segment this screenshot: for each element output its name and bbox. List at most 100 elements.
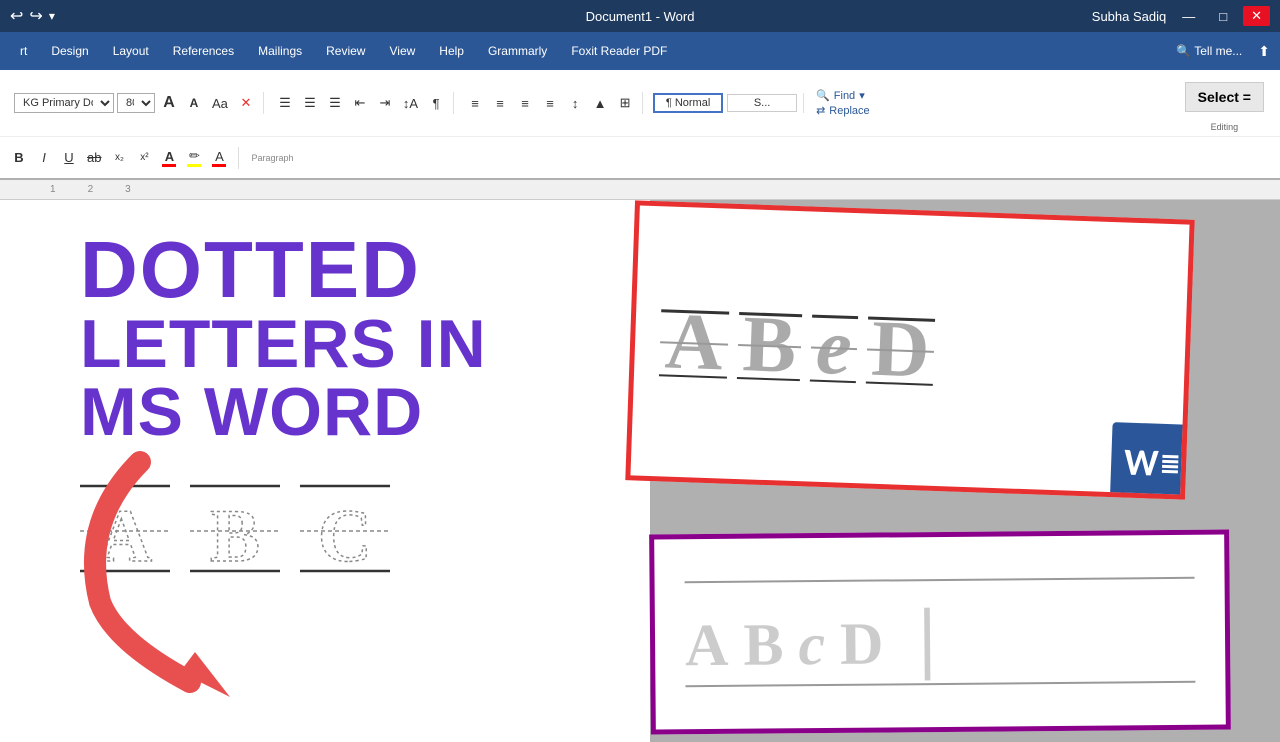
menu-item-layout[interactable]: Layout bbox=[103, 40, 159, 62]
ruler-mark-2: 2 bbox=[88, 184, 94, 195]
menu-bar: rt Design Layout References Mailings Rev… bbox=[0, 32, 1280, 70]
main-content: 1 2 3 DOTTED LETTERS IN MS WORD A bbox=[0, 180, 1280, 742]
find-dropdown-icon[interactable]: ▾ bbox=[859, 89, 865, 102]
shading-color-icon: A bbox=[215, 149, 224, 164]
menu-item-foxit[interactable]: Foxit Reader PDF bbox=[561, 40, 677, 62]
menu-item-mailings[interactable]: Mailings bbox=[248, 40, 312, 62]
letter-a-display: A bbox=[664, 301, 725, 383]
maximize-btn[interactable]: □ bbox=[1211, 7, 1235, 26]
style-2[interactable]: S... bbox=[727, 94, 797, 112]
arrow-svg bbox=[40, 442, 400, 702]
letter-d-display: D bbox=[870, 309, 931, 391]
title-bar: ↩ ↪ ▾ Document1 - Word Subha Sadiq — □ ✕ bbox=[0, 0, 1280, 32]
find-label: Find bbox=[834, 90, 855, 102]
menu-item-help[interactable]: Help bbox=[429, 40, 474, 62]
letter-c-display: e bbox=[815, 307, 853, 388]
tutorial-line2: LETTERS IN bbox=[80, 310, 630, 378]
ribbon: KG Primary Do 80 A A Aa ✕ ☰ ☰ ☰ ⇤ ⇥ ↕A ¶… bbox=[0, 70, 1280, 180]
bullet-list-btn[interactable]: ☰ bbox=[274, 92, 296, 114]
border-btn[interactable]: ⊞ bbox=[614, 92, 636, 114]
select-area: Select = Editing bbox=[1177, 74, 1272, 132]
subscript-btn[interactable]: x₂ bbox=[108, 147, 130, 169]
ruler: 1 2 3 bbox=[0, 180, 1280, 200]
close-btn[interactable]: ✕ bbox=[1243, 6, 1270, 26]
font-group: KG Primary Do 80 A A Aa ✕ bbox=[8, 92, 264, 114]
style-normal[interactable]: ¶ Normal bbox=[653, 93, 723, 113]
find-group: 🔍 Find ▾ ⇄ Replace bbox=[808, 89, 878, 117]
align-justify-btn[interactable]: ≡ bbox=[539, 92, 561, 114]
text-format-group: B I U ab x₂ x² A ✏ A bbox=[8, 147, 239, 169]
font-name-select[interactable]: KG Primary Do bbox=[14, 93, 114, 113]
clear-format-btn[interactable]: ✕ bbox=[235, 92, 257, 114]
shading-btn[interactable]: ▲ bbox=[589, 92, 611, 114]
menu-item-grammarly[interactable]: Grammarly bbox=[478, 40, 557, 62]
right-document-preview: A B e bbox=[620, 180, 1280, 742]
font-size-select[interactable]: 80 bbox=[117, 93, 155, 113]
replace-btn[interactable]: ⇄ Replace bbox=[816, 104, 870, 117]
ruler-mark-3: 3 bbox=[125, 184, 131, 195]
spacing-btn[interactable]: ↕ bbox=[564, 92, 586, 114]
ruler-mark-1: 1 bbox=[50, 184, 56, 195]
purple-line-1 bbox=[685, 577, 1195, 583]
sort-btn[interactable]: ↕A bbox=[399, 92, 422, 114]
menu-item-references[interactable]: References bbox=[163, 40, 244, 62]
word-icon-inner: W bbox=[1123, 440, 1179, 488]
red-card: A B e bbox=[625, 200, 1194, 499]
word-letter: W bbox=[1123, 440, 1159, 487]
menu-item-design[interactable]: Design bbox=[41, 40, 98, 62]
purple-card: A B c D | bbox=[649, 529, 1231, 734]
align-center-btn[interactable]: ≡ bbox=[489, 92, 511, 114]
select-label: Editing bbox=[1211, 122, 1239, 132]
number-list-btn[interactable]: ☰ bbox=[299, 92, 321, 114]
replace-label: Replace bbox=[829, 105, 869, 117]
highlight-icon: ✏ bbox=[189, 148, 200, 164]
purple-letter-e: | bbox=[918, 601, 936, 673]
font-color-btn[interactable]: A bbox=[158, 147, 180, 169]
undo-icon[interactable]: ↩ bbox=[10, 6, 23, 26]
menu-item-review[interactable]: Review bbox=[316, 40, 375, 62]
tutorial-title: DOTTED LETTERS IN MS WORD bbox=[0, 200, 650, 446]
list-group: ☰ ☰ ☰ ⇤ ⇥ ↕A ¶ bbox=[268, 92, 454, 114]
word-icon: W bbox=[1110, 422, 1193, 500]
pin-icon[interactable]: ▾ bbox=[49, 9, 55, 23]
purple-letter-c: c bbox=[798, 614, 825, 674]
paragraph-label: Paragraph bbox=[251, 153, 293, 163]
user-area: Subha Sadiq — □ ✕ bbox=[1092, 6, 1270, 26]
show-marks-btn[interactable]: ¶ bbox=[425, 92, 447, 114]
align-left-btn[interactable]: ≡ bbox=[464, 92, 486, 114]
shrink-font-btn[interactable]: A bbox=[183, 92, 205, 114]
strikethrough-btn[interactable]: ab bbox=[83, 147, 105, 169]
grow-font-btn[interactable]: A bbox=[158, 92, 180, 114]
word-lines-icon bbox=[1162, 455, 1179, 474]
redo-icon[interactable]: ↪ bbox=[29, 6, 42, 26]
minimize-btn[interactable]: — bbox=[1174, 7, 1203, 26]
underline-btn[interactable]: U bbox=[58, 147, 80, 169]
style-2-label: S... bbox=[754, 97, 771, 109]
superscript-btn[interactable]: x² bbox=[133, 147, 155, 169]
select-equals-btn[interactable]: Select = bbox=[1185, 82, 1264, 112]
window-title: Document1 - Word bbox=[586, 9, 695, 24]
italic-btn[interactable]: I bbox=[33, 147, 55, 169]
bold-btn[interactable]: B bbox=[8, 147, 30, 169]
document-area: 1 2 3 DOTTED LETTERS IN MS WORD A bbox=[0, 180, 1280, 742]
style-normal-label: ¶ Normal bbox=[666, 97, 710, 109]
find-btn[interactable]: 🔍 Find ▾ bbox=[816, 89, 870, 102]
menu-item-rt[interactable]: rt bbox=[10, 40, 37, 62]
shading-color-btn[interactable]: A bbox=[208, 147, 230, 169]
purple-letters: A B c D | bbox=[685, 599, 1196, 675]
tutorial-line1: DOTTED bbox=[80, 230, 630, 310]
styles-group: ¶ Normal S... bbox=[647, 93, 804, 113]
share-icon[interactable]: ⬆ bbox=[1258, 43, 1270, 60]
decrease-indent-btn[interactable]: ⇤ bbox=[349, 92, 371, 114]
purple-card-content: A B c D | bbox=[654, 567, 1225, 698]
increase-indent-btn[interactable]: ⇥ bbox=[374, 92, 396, 114]
multilevel-list-btn[interactable]: ☰ bbox=[324, 92, 346, 114]
purple-letter-b: B bbox=[743, 614, 784, 674]
purple-line-2 bbox=[685, 681, 1195, 687]
menu-item-view[interactable]: View bbox=[379, 40, 425, 62]
align-right-btn[interactable]: ≡ bbox=[514, 92, 536, 114]
tell-me-icon[interactable]: 🔍 Tell me... bbox=[1176, 44, 1242, 58]
red-card-letters: A B e bbox=[633, 280, 1187, 419]
highlight-btn[interactable]: ✏ bbox=[183, 147, 205, 169]
case-btn[interactable]: Aa bbox=[208, 92, 232, 114]
